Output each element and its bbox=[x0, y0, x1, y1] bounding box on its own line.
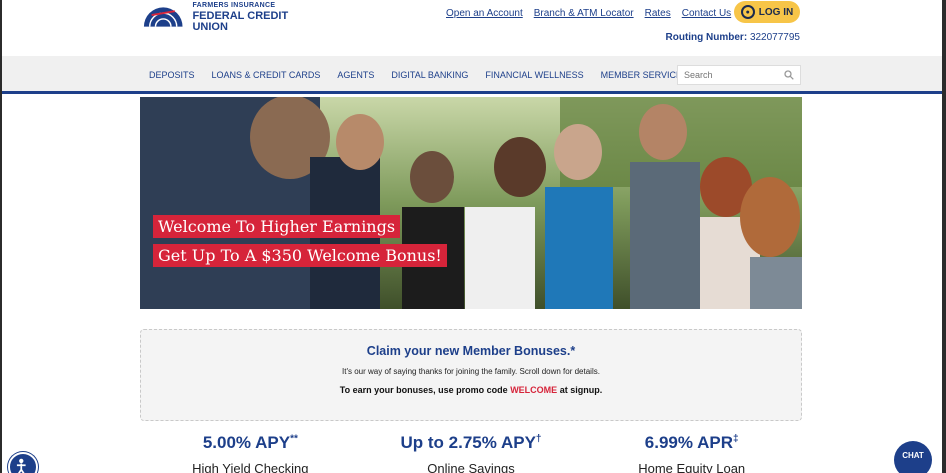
nav-agents[interactable]: AGENTS bbox=[337, 70, 374, 80]
rate-value: Up to 2.75% APY† bbox=[400, 433, 542, 452]
window-right-border bbox=[942, 0, 946, 473]
search-input[interactable] bbox=[678, 70, 778, 80]
hero-banner[interactable]: Welcome To Higher Earnings Get Up To A $… bbox=[140, 97, 802, 309]
logo[interactable]: FARMERS INSURANCE FEDERAL CREDIT UNION bbox=[142, 2, 322, 32]
chat-button[interactable]: CHAT bbox=[894, 441, 932, 473]
rate-checking[interactable]: 5.00% APY** High Yield Checking bbox=[140, 433, 361, 473]
promo-code: WELCOME bbox=[510, 385, 558, 395]
rate-home-equity[interactable]: 6.99% APR‡ Home Equity Loan bbox=[581, 433, 802, 473]
bonus-callout: Claim your new Member Bonuses.* It's our… bbox=[140, 329, 802, 421]
routing-number: Routing Number: 322077795 bbox=[666, 32, 801, 43]
login-label: LOG IN bbox=[758, 6, 794, 18]
bonus-promo: To earn your bonuses, use promo code WEL… bbox=[141, 385, 801, 395]
rate-footnote-mark: ‡ bbox=[732, 433, 739, 445]
rate-footnote-mark: ** bbox=[290, 433, 298, 445]
rate-savings[interactable]: Up to 2.75% APY† Online Savings bbox=[361, 433, 582, 473]
bonus-title: Claim your new Member Bonuses.* bbox=[366, 344, 576, 358]
logo-line2: FEDERAL CREDIT UNION bbox=[192, 9, 289, 33]
contact-us-link[interactable]: Contact Us bbox=[682, 8, 731, 19]
hero-headline: Welcome To Higher Earnings bbox=[153, 215, 401, 238]
logo-text: FARMERS INSURANCE FEDERAL CREDIT UNION bbox=[192, 2, 322, 33]
nav-financial-wellness[interactable]: FINANCIAL WELLNESS bbox=[485, 70, 583, 80]
rate-product-name: Online Savings bbox=[427, 461, 515, 473]
search-icon[interactable] bbox=[784, 70, 794, 80]
chat-label: CHAT bbox=[902, 451, 924, 460]
nav-member-services[interactable]: MEMBER SERVICES bbox=[601, 70, 688, 80]
umbrella-logo-icon bbox=[143, 7, 183, 27]
hero-photo bbox=[140, 97, 802, 309]
logo-line1: FARMERS INSURANCE bbox=[192, 1, 276, 9]
rates-row: 5.00% APY** High Yield Checking Up to 2.… bbox=[140, 433, 802, 473]
promo-prefix: To earn your bonuses, use promo code bbox=[339, 385, 508, 395]
hero-subheadline: Get Up To A $350 Welcome Bonus! bbox=[153, 244, 447, 267]
open-account-link[interactable]: Open an Account bbox=[446, 8, 523, 19]
rate-value: 5.00% APY** bbox=[202, 433, 298, 452]
search-box bbox=[677, 65, 801, 85]
accessibility-button[interactable] bbox=[8, 452, 38, 473]
rate-product-name: Home Equity Loan bbox=[638, 461, 746, 473]
routing-value: 322077795 bbox=[749, 32, 800, 43]
nav-digital-banking[interactable]: DIGITAL BANKING bbox=[391, 70, 468, 80]
site-header: FARMERS INSURANCE FEDERAL CREDIT UNION O… bbox=[140, 0, 802, 56]
main-nav: DEPOSITS LOANS & CREDIT CARDS AGENTS DIG… bbox=[2, 56, 942, 94]
lock-icon: ● bbox=[740, 5, 755, 19]
promo-suffix: at signup. bbox=[559, 385, 603, 395]
bonus-subtitle: It's our way of saying thanks for joinin… bbox=[342, 367, 600, 376]
nav-items: DEPOSITS LOANS & CREDIT CARDS AGENTS DIG… bbox=[149, 56, 688, 94]
rates-link[interactable]: Rates bbox=[645, 8, 671, 19]
routing-label: Routing Number: bbox=[665, 32, 748, 43]
rate-value: 6.99% APR‡ bbox=[644, 433, 739, 452]
top-links: Open an Account Branch & ATM Locator Rat… bbox=[446, 8, 731, 19]
nav-loans-credit-cards[interactable]: LOANS & CREDIT CARDS bbox=[212, 70, 321, 80]
branch-atm-locator-link[interactable]: Branch & ATM Locator bbox=[534, 8, 634, 19]
login-button[interactable]: ● LOG IN bbox=[734, 1, 800, 23]
rate-product-name: High Yield Checking bbox=[192, 461, 309, 473]
accessibility-icon bbox=[16, 458, 26, 473]
nav-deposits[interactable]: DEPOSITS bbox=[149, 70, 195, 80]
rate-footnote-mark: † bbox=[535, 433, 542, 445]
